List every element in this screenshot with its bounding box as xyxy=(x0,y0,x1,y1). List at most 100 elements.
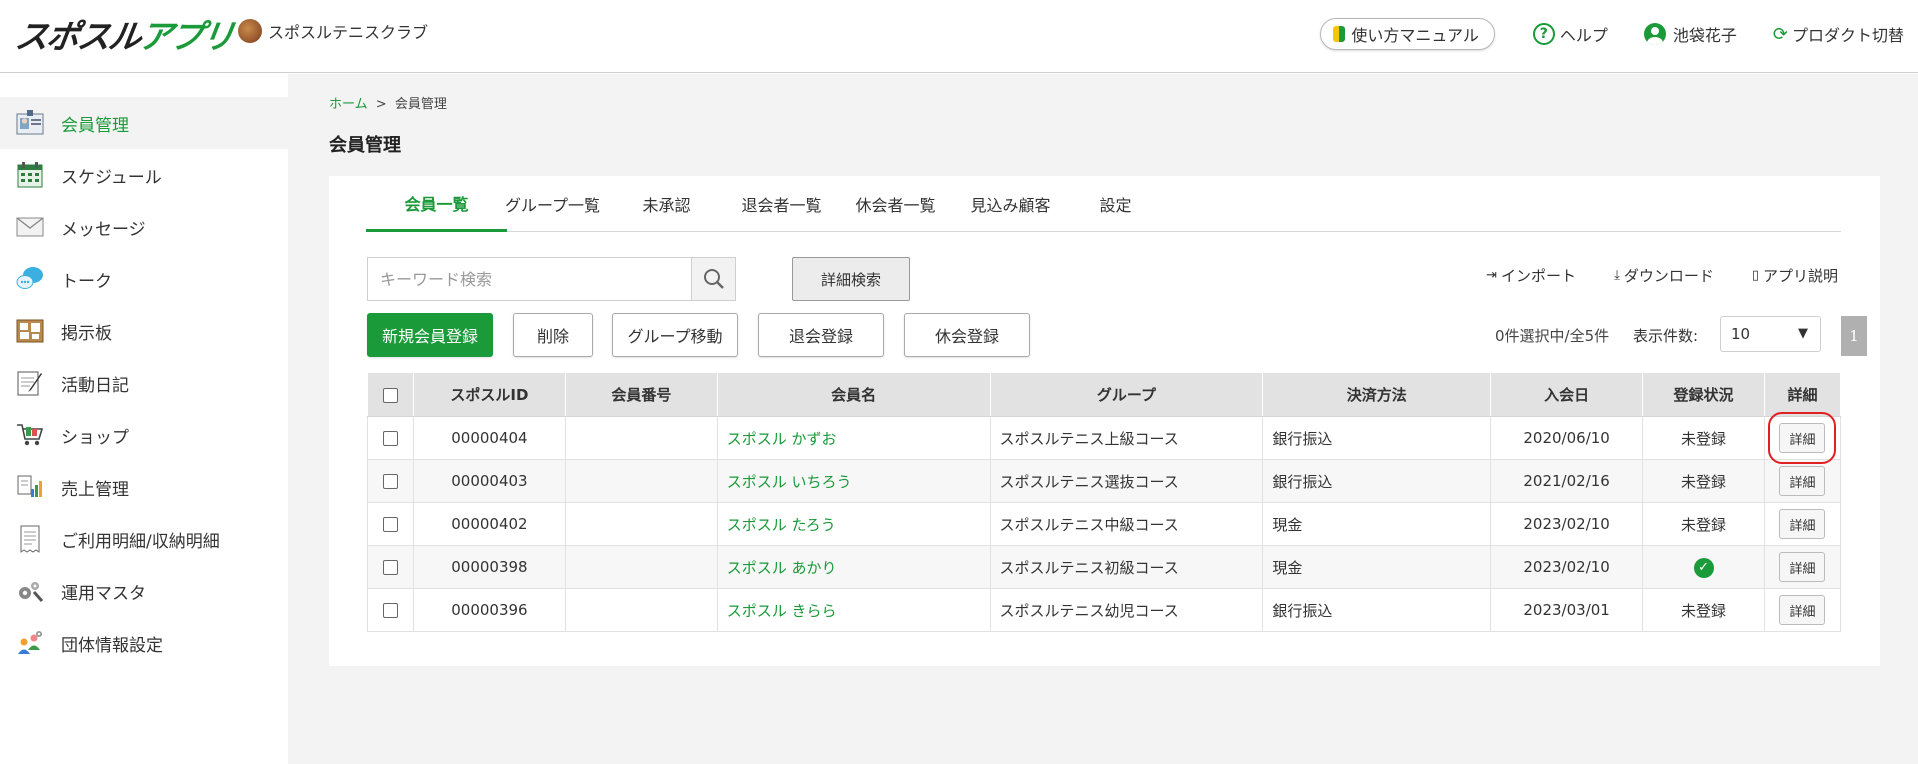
refresh-icon: ⟳ xyxy=(1772,23,1788,45)
manual-button[interactable]: 使い方マニュアル xyxy=(1320,18,1495,50)
cell-member-no xyxy=(564,416,718,460)
detail-button[interactable]: 詳細 xyxy=(1779,509,1826,539)
cell-id: 00000404 xyxy=(412,416,566,460)
col-header-group[interactable]: グループ xyxy=(989,372,1264,417)
member-name-link[interactable]: スポスル あかり xyxy=(727,559,837,577)
sidebar-item-label: 運用マスタ xyxy=(61,583,146,604)
row-checkbox[interactable] xyxy=(382,560,398,575)
organization-icon xyxy=(15,629,45,657)
move-group-button[interactable]: グループ移動 xyxy=(612,313,738,357)
cell-group: スポスルテニス上級コース xyxy=(989,416,1264,460)
sidebar-item-label: ご利用明細/収納明細 xyxy=(61,531,220,552)
club-avatar xyxy=(238,19,262,43)
chat-icon xyxy=(15,265,45,293)
sidebar-item-schedule[interactable]: スケジュール xyxy=(0,149,288,201)
help-link[interactable]: ? ヘルプ xyxy=(1532,22,1608,46)
member-name-link[interactable]: スポスル かずお xyxy=(727,430,837,448)
member-name-link[interactable]: スポスル たろう xyxy=(727,516,836,534)
sidebar-item-members[interactable]: 会員管理 xyxy=(0,97,288,149)
sidebar-item-statements[interactable]: ご利用明細/収納明細 xyxy=(0,513,288,565)
chevron-down-icon: ▼ xyxy=(1798,326,1808,341)
withdraw-button[interactable]: 退会登録 xyxy=(758,313,884,357)
col-header-name[interactable]: 会員名 xyxy=(716,372,991,417)
sidebar-item-bulletin[interactable]: 掲示板 xyxy=(0,305,288,357)
detail-button[interactable]: 詳細 xyxy=(1779,552,1826,582)
cell-joined: 2021/02/16 xyxy=(1490,459,1644,503)
cell-name: スポスル かずお xyxy=(716,416,991,460)
search-button[interactable] xyxy=(691,258,735,300)
col-header-status[interactable]: 登録状況 xyxy=(1642,372,1765,417)
cell-group: スポスルテニス幼児コース xyxy=(989,588,1264,632)
detail-button[interactable]: 詳細 xyxy=(1779,466,1826,496)
sidebar-item-label: スケジュール xyxy=(61,167,162,188)
sidebar-item-label: 団体情報設定 xyxy=(61,635,163,656)
club-selector[interactable]: スポスルテニスクラブ xyxy=(238,19,428,43)
sidebar-item-talk[interactable]: トーク xyxy=(0,253,288,305)
cell-joined: 2023/03/01 xyxy=(1490,588,1644,632)
advanced-search-button[interactable]: 詳細検索 xyxy=(792,257,910,301)
question-doc-icon: ▯ xyxy=(1751,268,1759,283)
col-header-member-no[interactable]: 会員番号 xyxy=(564,372,718,417)
sidebar: 会員管理 スケジュール メッセージ トーク 掲示板 活動日記 ショップ 売上管理… xyxy=(0,74,288,764)
cell-detail: 詳細 xyxy=(1763,502,1842,546)
tab-bar: 会員一覧 グループ一覧 未承認 退会者一覧 休会者一覧 見込み顧客 設定 xyxy=(366,176,1841,232)
col-header-payment[interactable]: 決済方法 xyxy=(1262,372,1492,417)
row-select-cell xyxy=(367,588,414,632)
download-link[interactable]: ⤓ ダウンロード xyxy=(1614,265,1714,286)
cell-status: 未登録 xyxy=(1642,416,1765,460)
registered-check-icon: ✓ xyxy=(1693,557,1714,578)
search-input[interactable] xyxy=(368,258,691,300)
cell-id: 00000398 xyxy=(412,545,566,589)
select-all-checkbox[interactable] xyxy=(382,387,398,403)
member-card-icon xyxy=(15,109,45,137)
app-logo[interactable]: スポスルアプリ xyxy=(13,14,235,56)
cell-member-no xyxy=(564,502,718,546)
sidebar-item-label: 売上管理 xyxy=(61,479,129,500)
cell-detail: 詳細 xyxy=(1763,545,1842,589)
row-checkbox[interactable] xyxy=(382,474,398,489)
cell-name: スポスル あかり xyxy=(716,545,991,589)
detail-button[interactable]: 詳細 xyxy=(1779,595,1826,625)
sidebar-item-label: 活動日記 xyxy=(61,375,129,396)
sidebar-item-diary[interactable]: 活動日記 xyxy=(0,357,288,409)
sidebar-item-master[interactable]: 運用マスタ xyxy=(0,565,288,617)
sidebar-item-messages[interactable]: メッセージ xyxy=(0,201,288,253)
import-link[interactable]: ⇥ インポート xyxy=(1486,265,1576,286)
row-checkbox[interactable] xyxy=(382,431,398,446)
suspend-button[interactable]: 休会登録 xyxy=(904,313,1030,357)
sidebar-item-label: ショップ xyxy=(61,427,129,448)
sidebar-item-organization[interactable]: 団体情報設定 xyxy=(0,617,288,669)
row-checkbox[interactable] xyxy=(382,603,398,618)
cell-id: 00000403 xyxy=(412,459,566,503)
app-help-label: アプリ説明 xyxy=(1762,267,1838,285)
mail-icon xyxy=(15,213,45,241)
table-row: 00000404 スポスル かずお スポスルテニス上級コース 銀行振込 2020… xyxy=(367,412,1842,464)
col-header-id[interactable]: スポスルID xyxy=(412,372,566,417)
help-icon: ? xyxy=(1532,23,1555,45)
register-member-button[interactable]: 新規会員登録 xyxy=(367,313,493,357)
product-switch-link[interactable]: ⟳ プロダクト切替 xyxy=(1773,22,1904,46)
tab-settings[interactable]: 設定 xyxy=(1045,176,1186,232)
member-name-link[interactable]: スポスル きらら xyxy=(727,602,837,620)
breadcrumb-home[interactable]: ホーム xyxy=(329,97,368,112)
member-name-link[interactable]: スポスル いちろう xyxy=(727,473,852,491)
cell-group: スポスルテニス選抜コース xyxy=(989,459,1264,503)
sidebar-item-sales[interactable]: 売上管理 xyxy=(0,461,288,513)
cell-member-no xyxy=(564,459,718,503)
breadcrumb: ホーム > 会員管理 xyxy=(329,93,447,112)
detail-button[interactable]: 詳細 xyxy=(1768,412,1837,464)
row-checkbox[interactable] xyxy=(382,517,398,532)
col-header-joined[interactable]: 入会日 xyxy=(1490,372,1644,417)
table-row: 00000403 スポスル いちろう スポスルテニス選抜コース 銀行振込 202… xyxy=(367,459,1842,503)
sidebar-item-shop[interactable]: ショップ xyxy=(0,409,288,461)
row-select-cell xyxy=(367,502,414,546)
page-1-button[interactable]: 1 xyxy=(1841,316,1867,356)
breadcrumb-separator: > xyxy=(375,97,387,112)
app-header: スポスルアプリ スポスルテニスクラブ 使い方マニュアル ? ヘルプ 池袋花子 ⟳… xyxy=(0,0,1918,73)
app-help-link[interactable]: ▯ アプリ説明 xyxy=(1752,265,1838,286)
per-page-select[interactable]: 10 ▼ xyxy=(1720,316,1821,352)
delete-button[interactable]: 削除 xyxy=(513,313,593,357)
user-menu[interactable]: 池袋花子 xyxy=(1643,22,1737,46)
cell-status: 未登録 xyxy=(1642,459,1765,503)
cell-member-no xyxy=(564,545,718,589)
